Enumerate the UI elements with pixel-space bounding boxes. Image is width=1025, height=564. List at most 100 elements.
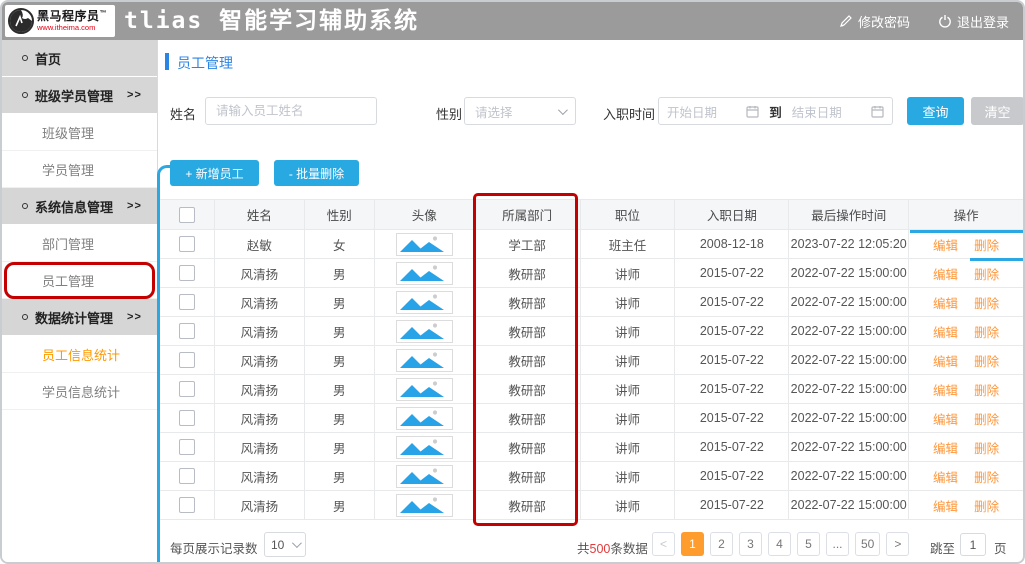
- row-checkbox[interactable]: [179, 236, 195, 252]
- image-placeholder-icon: [397, 234, 451, 254]
- search-button[interactable]: 查询: [907, 97, 964, 125]
- delete-link[interactable]: 删除: [974, 351, 999, 370]
- sidebar-item-system-info-mgmt[interactable]: 系统信息管理>>: [2, 188, 157, 225]
- pagination-page-4[interactable]: 4: [768, 532, 791, 556]
- row-checkbox[interactable]: [179, 265, 195, 281]
- edit-link[interactable]: 编辑: [933, 293, 958, 312]
- jump-to-label: 跳至: [930, 538, 955, 557]
- sidebar-item-dept-mgmt[interactable]: 部门管理: [2, 225, 157, 262]
- delete-link[interactable]: 删除: [974, 380, 999, 399]
- column-header: 职位: [581, 200, 676, 230]
- row-checkbox-cell: [160, 375, 215, 404]
- cell-entry-date: 2015-07-22: [675, 462, 789, 491]
- edit-link[interactable]: 编辑: [933, 351, 958, 370]
- sidebar-item-home[interactable]: 首页: [2, 40, 157, 77]
- column-header: 所属部门: [475, 200, 581, 230]
- row-checkbox[interactable]: [179, 352, 195, 368]
- pagination-ellipsis[interactable]: ...: [826, 532, 849, 556]
- row-checkbox[interactable]: [179, 381, 195, 397]
- edit-link[interactable]: 编辑: [933, 496, 958, 515]
- delete-link[interactable]: 删除: [974, 467, 999, 486]
- row-checkbox[interactable]: [179, 468, 195, 484]
- brand-site: www.itheima.com: [37, 24, 107, 32]
- pagination-page-1[interactable]: 1: [681, 532, 704, 556]
- row-checkbox[interactable]: [179, 497, 195, 513]
- edit-link[interactable]: 编辑: [933, 235, 958, 254]
- add-employee-button[interactable]: + 新增员工: [170, 160, 259, 186]
- cell-name: 风清扬: [215, 404, 305, 433]
- sidebar-item-label: 班级管理: [42, 123, 94, 142]
- delete-link[interactable]: 删除: [974, 409, 999, 428]
- logout-button[interactable]: 退出登录: [938, 12, 1009, 31]
- date-to-label: 到: [769, 102, 782, 121]
- logo-text: 黑马程序员™ www.itheima.com: [37, 10, 107, 32]
- sidebar-item-class-mgmt[interactable]: 班级管理: [2, 114, 157, 151]
- column-header: 最后操作时间: [789, 200, 909, 230]
- delete-link[interactable]: 删除: [974, 235, 999, 254]
- gender-select[interactable]: 请选择: [464, 97, 576, 125]
- pagination-next[interactable]: >: [886, 532, 909, 556]
- row-checkbox[interactable]: [179, 294, 195, 310]
- end-date-placeholder: 结束日期: [792, 102, 871, 121]
- cell-update-time: 2022-07-22 15:00:00: [789, 346, 909, 375]
- table-row: 风清扬男 教研部讲师2015-07-222022-07-22 15:00:00编…: [160, 317, 1024, 346]
- cell-update-time: 2023-07-22 12:05:20: [789, 230, 909, 259]
- sidebar-item-class-student-mgmt[interactable]: 班级学员管理>>: [2, 77, 157, 114]
- cell-operations: 编辑删除: [909, 491, 1024, 520]
- delete-link[interactable]: 删除: [974, 293, 999, 312]
- name-input[interactable]: [205, 97, 377, 125]
- row-checkbox-cell: [160, 346, 215, 375]
- sidebar-item-data-stats-mgmt[interactable]: 数据统计管理>>: [2, 299, 157, 336]
- avatar-image: [396, 320, 453, 343]
- header-actions: 修改密码 退出登录: [839, 2, 1009, 40]
- edit-link[interactable]: 编辑: [933, 264, 958, 283]
- sidebar-item-employee-stats[interactable]: 员工信息统计: [2, 336, 157, 373]
- cell-operations: 编辑删除: [909, 317, 1024, 346]
- app-window: 黑马程序员™ www.itheima.com tlias 智能学习辅助系统 修改…: [0, 0, 1025, 564]
- row-checkbox[interactable]: [179, 410, 195, 426]
- delete-link[interactable]: 删除: [974, 264, 999, 283]
- sidebar-item-employee-mgmt[interactable]: 员工管理: [2, 262, 157, 299]
- hiredate-range-picker[interactable]: 开始日期 到 结束日期: [658, 97, 893, 125]
- avatar-image: [396, 349, 453, 372]
- row-checkbox[interactable]: [179, 439, 195, 455]
- sidebar-item-label: 首页: [35, 49, 61, 68]
- sidebar-item-student-mgmt[interactable]: 学员管理: [2, 151, 157, 188]
- delete-link[interactable]: 删除: [974, 438, 999, 457]
- edit-link[interactable]: 编辑: [933, 380, 958, 399]
- row-checkbox[interactable]: [179, 323, 195, 339]
- cell-avatar: [375, 259, 475, 288]
- page-size-select[interactable]: 10: [264, 532, 306, 557]
- cell-operations: 编辑删除: [909, 288, 1024, 317]
- jump-page-input[interactable]: [960, 533, 986, 556]
- edit-link[interactable]: 编辑: [933, 438, 958, 457]
- table-row: 风清扬男 教研部讲师2015-07-222022-07-22 15:00:00编…: [160, 491, 1024, 520]
- avatar-image: [396, 436, 453, 459]
- change-password-button[interactable]: 修改密码: [839, 12, 910, 31]
- clear-button[interactable]: 清空: [971, 97, 1024, 125]
- calendar-icon: [871, 105, 884, 118]
- edit-link[interactable]: 编辑: [933, 322, 958, 341]
- edit-link[interactable]: 编辑: [933, 467, 958, 486]
- cell-gender: 男: [305, 375, 375, 404]
- select-all-checkbox[interactable]: [179, 207, 195, 223]
- page-title-accent-bar: [165, 53, 169, 70]
- delete-link[interactable]: 删除: [974, 496, 999, 515]
- pagination-page-2[interactable]: 2: [710, 532, 733, 556]
- sidebar-item-student-stats[interactable]: 学员信息统计: [2, 373, 157, 410]
- cell-name: 风清扬: [215, 433, 305, 462]
- sidebar-item-label: 数据统计管理: [35, 308, 113, 327]
- cell-name: 风清扬: [215, 491, 305, 520]
- cell-update-time: 2022-07-22 15:00:00: [789, 375, 909, 404]
- pagination-page-5[interactable]: 5: [797, 532, 820, 556]
- edit-link[interactable]: 编辑: [933, 409, 958, 428]
- cell-entry-date: 2015-07-22: [675, 259, 789, 288]
- power-icon: [938, 14, 952, 28]
- cell-name: 风清扬: [215, 317, 305, 346]
- pagination-page-3[interactable]: 3: [739, 532, 762, 556]
- pagination-page-50[interactable]: 50: [855, 532, 880, 556]
- delete-link[interactable]: 删除: [974, 322, 999, 341]
- image-placeholder-icon: [397, 292, 451, 312]
- batch-delete-button[interactable]: - 批量删除: [274, 160, 359, 186]
- sidebar-item-label: 部门管理: [42, 234, 94, 253]
